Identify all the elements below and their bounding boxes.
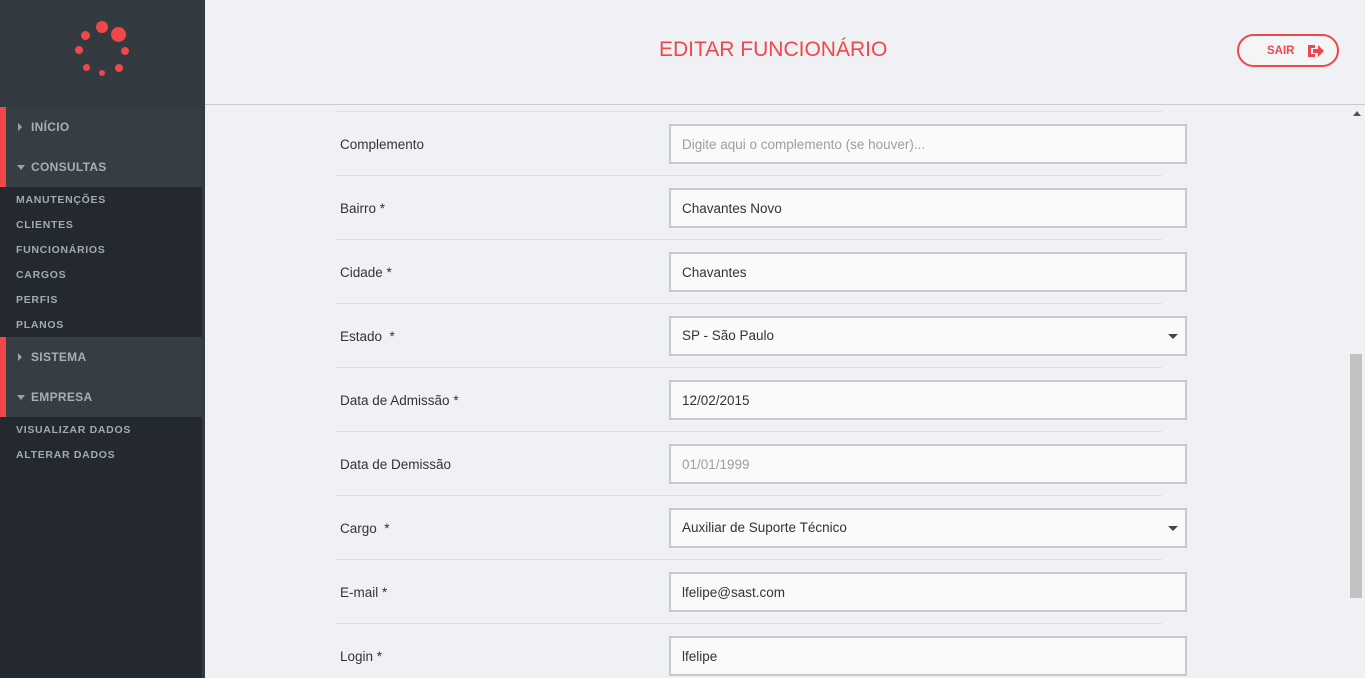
nav-group-consultas[interactable]: CONSULTAS <box>0 147 202 187</box>
page-title: EDITAR FUNCIONÁRIO <box>659 38 888 61</box>
sidebar: INÍCIO CONSULTAS MANUTENÇÕES CLIENTES FU… <box>0 0 202 678</box>
cargo-select[interactable]: Auxiliar de Suporte Técnico <box>669 508 1187 548</box>
form-row-cargo: Cargo * Auxiliar de Suporte Técnico <box>336 496 1187 560</box>
complemento-input[interactable] <box>669 124 1187 164</box>
nav-group-empresa[interactable]: EMPRESA <box>0 377 202 417</box>
caret-right-icon <box>18 353 22 361</box>
form-row-data-admissao: Data de Admissão * <box>336 368 1187 432</box>
estado-select[interactable]: SP - São Paulo <box>669 316 1187 356</box>
nav-group-label: SISTEMA <box>31 350 87 364</box>
email-input[interactable] <box>669 572 1187 612</box>
cidade-input[interactable] <box>669 252 1187 292</box>
nav-group-sistema[interactable]: SISTEMA <box>0 337 202 377</box>
nav-group-label: INÍCIO <box>31 120 70 134</box>
form-row-email: E-mail * <box>336 560 1187 624</box>
chevron-down-icon <box>1168 334 1178 339</box>
cargo-selected-value: Auxiliar de Suporte Técnico <box>682 520 847 535</box>
bairro-label: Bairro * <box>340 201 386 216</box>
sidebar-item-cargos[interactable]: CARGOS <box>16 269 66 281</box>
cargo-label: Cargo * <box>340 521 390 536</box>
nav-group-label: CONSULTAS <box>31 160 107 174</box>
email-label: E-mail * <box>340 585 388 600</box>
bairro-input[interactable] <box>669 188 1187 228</box>
chevron-down-icon <box>1168 526 1178 531</box>
caret-right-icon <box>18 123 22 131</box>
login-label: Login * <box>340 649 383 664</box>
cidade-label: Cidade * <box>340 265 392 280</box>
form-row-login: Login * <box>336 624 1187 678</box>
form-row-bairro: Bairro * <box>336 176 1187 240</box>
form-row-complemento: Complemento <box>336 112 1187 176</box>
nav-group-inicio[interactable]: INÍCIO <box>0 107 202 147</box>
data-demissao-input[interactable] <box>669 444 1187 484</box>
sidebar-item-planos[interactable]: PLANOS <box>16 319 64 331</box>
form-row-estado: Estado * SP - São Paulo <box>336 304 1187 368</box>
estado-label: Estado * <box>340 329 395 344</box>
caret-down-icon <box>17 395 25 400</box>
estado-selected-value: SP - São Paulo <box>682 328 775 343</box>
data-admissao-label: Data de Admissão * <box>340 393 459 408</box>
data-demissao-label: Data de Demissão <box>340 457 452 472</box>
scrollbar[interactable] <box>1349 105 1365 678</box>
sidebar-item-alterar-dados[interactable]: ALTERAR DADOS <box>16 449 115 461</box>
logo-area <box>0 0 202 107</box>
sidebar-item-visualizar-dados[interactable]: VISUALIZAR DADOS <box>16 424 131 436</box>
scroll-up-icon[interactable] <box>1353 111 1361 116</box>
sidebar-item-funcionarios[interactable]: FUNCIONÁRIOS <box>16 244 105 256</box>
sidebar-item-perfis[interactable]: PERFIS <box>16 294 58 306</box>
sidebar-item-clientes[interactable]: CLIENTES <box>16 219 74 231</box>
form-row-cidade: Cidade * <box>336 240 1187 304</box>
scrollbar-thumb[interactable] <box>1350 354 1362 598</box>
form-row-data-demissao: Data de Demissão <box>336 432 1187 496</box>
caret-down-icon <box>17 165 25 170</box>
page-header: EDITAR FUNCIONÁRIO SAIR <box>205 0 1365 105</box>
exit-button-label: SAIR <box>1267 45 1295 57</box>
login-input[interactable] <box>669 636 1187 676</box>
sidebar-item-manutencoes[interactable]: MANUTENÇÕES <box>16 194 106 206</box>
complemento-label: Complemento <box>340 137 425 152</box>
exit-button[interactable]: SAIR <box>1237 34 1339 67</box>
nav-group-label: EMPRESA <box>31 390 93 404</box>
data-admissao-input[interactable] <box>669 380 1187 420</box>
logo-icon[interactable] <box>74 18 134 82</box>
sign-out-icon <box>1308 45 1324 57</box>
